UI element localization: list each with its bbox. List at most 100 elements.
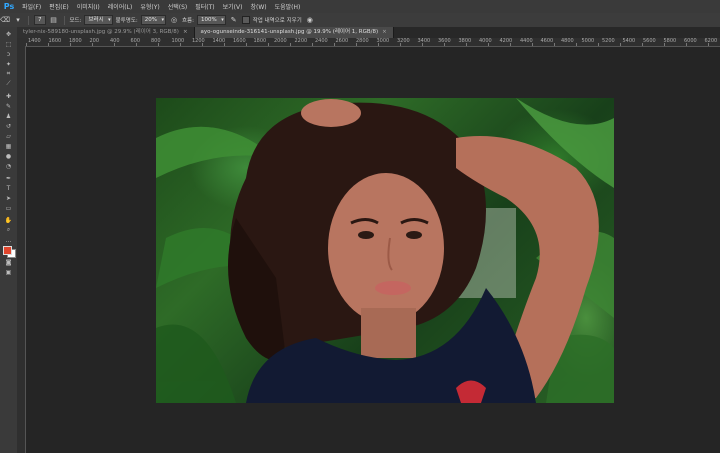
portrait-photo <box>156 98 614 403</box>
ruler-tick-label: 800 <box>151 38 161 44</box>
tab-ayo-ogunseinde[interactable]: ayo-ogunseinde-316141-unsplash.jpg @ 19.… <box>194 27 394 38</box>
ruler-tick-label: 6200 <box>704 38 718 44</box>
ruler-tick-label: 3400 <box>417 38 431 44</box>
marquee-icon[interactable]: ⬚ <box>0 39 17 49</box>
tab-label: tyler-nix-589180-unsplash.jpg @ 29.9% (레… <box>23 29 179 35</box>
more-tools-icon[interactable]: … <box>0 235 17 245</box>
ruler-tick-label: 4800 <box>561 38 574 44</box>
ruler-tick-label: 200 <box>89 38 100 44</box>
type-icon[interactable]: T <box>0 183 17 193</box>
menu-type[interactable]: 유형(Y) <box>136 2 163 11</box>
ruler-tick-label: 400 <box>110 38 120 44</box>
menu-bar: Ps 파일(F) 편집(E) 이미지(I) 레이어(L) 유형(Y) 선택(S)… <box>0 0 720 13</box>
menu-filter[interactable]: 필터(T) <box>191 2 218 11</box>
dodge-icon[interactable]: ◔ <box>0 161 17 171</box>
ruler-tick-label: 1000 <box>171 38 185 44</box>
ruler-tick-label: 5000 <box>581 38 595 44</box>
flow-input[interactable]: 100% <box>196 15 226 25</box>
ruler-tick-label: 1800 <box>69 38 82 44</box>
ruler-tick-label: 2000 <box>274 38 287 44</box>
pressure-size-icon[interactable]: ◉ <box>305 16 315 25</box>
eraser-icon[interactable]: ▱ <box>0 131 17 141</box>
options-bar: ⌫ ▾ 7 ▤ 모드: 브러시 불투명도: 20% ◎ 흐름: 100% ✎ 작… <box>0 13 720 28</box>
ruler-tick-label: 1600 <box>48 38 62 44</box>
ruler-tick-label: 1400 <box>28 38 41 44</box>
gradient-icon[interactable]: ▦ <box>0 141 17 151</box>
close-icon[interactable]: × <box>183 29 188 35</box>
ruler-tick-label: 1800 <box>253 38 267 44</box>
menu-window[interactable]: 창(W) <box>246 2 270 11</box>
quick-mask-icon[interactable]: ◙ <box>0 257 17 267</box>
opacity-input[interactable]: 20% <box>140 15 166 25</box>
ruler-tick-label: 1600 <box>233 38 246 44</box>
toolbox: ✥ ⬚ ↄ ✦ ⌗ ⟋ ✚ ✎ ♟ ↺ ▱ ▦ ● ◔ ✒ T ➤ ▭ ✋ ⌕ … <box>0 27 18 453</box>
ruler-tick-label: 5400 <box>622 38 636 44</box>
move-icon[interactable]: ✥ <box>0 29 17 39</box>
document-image[interactable] <box>156 98 614 403</box>
tab-tyler-nix[interactable]: tyler-nix-589180-unsplash.jpg @ 29.9% (레… <box>17 27 195 38</box>
airbrush-icon[interactable]: ✎ <box>229 16 239 25</box>
eyedropper-icon[interactable]: ⟋ <box>0 79 17 89</box>
ruler-tick-label: 2400 <box>315 38 328 44</box>
mode-label: 모드: <box>69 18 82 24</box>
ruler-tick-label: 2800 <box>356 38 369 44</box>
brush-icon[interactable]: ✎ <box>0 101 17 111</box>
divider <box>63 15 65 25</box>
foreground-color[interactable] <box>3 246 12 255</box>
ruler-tick-label: 5600 <box>643 38 656 44</box>
ruler-tick-label: 4400 <box>520 38 533 44</box>
color-swatches[interactable] <box>0 245 17 258</box>
horizontal-ruler[interactable]: 1400 1600 1800 200 400 600 800 1000 1200 1400 1600… <box>26 38 720 47</box>
magic-wand-icon[interactable]: ✦ <box>0 59 17 69</box>
close-icon[interactable]: × <box>382 29 387 35</box>
menu-image[interactable]: 이미지(I) <box>73 2 104 11</box>
path-select-icon[interactable]: ➤ <box>0 193 17 203</box>
mode-select[interactable]: 브러시 <box>84 15 113 25</box>
menu-view[interactable]: 보기(V) <box>219 2 247 11</box>
ruler-tick-label: 5200 <box>602 38 615 44</box>
stamp-icon[interactable]: ♟ <box>0 111 17 121</box>
tab-label: ayo-ogunseinde-316141-unsplash.jpg @ 19.… <box>200 29 379 35</box>
pressure-opacity-icon[interactable]: ◎ <box>169 16 179 25</box>
ruler-tick-label: 4000 <box>479 38 492 44</box>
menu-edit[interactable]: 편집(E) <box>45 2 73 11</box>
ruler-tick-label: 4200 <box>499 38 513 44</box>
menu-layer[interactable]: 레이어(L) <box>104 2 137 11</box>
lasso-icon[interactable]: ↄ <box>0 49 17 59</box>
eraser-icon[interactable]: ⌫ <box>0 16 10 25</box>
brush-size-picker[interactable]: 7 <box>34 15 46 25</box>
zoom-icon[interactable]: ⌕ <box>0 225 17 235</box>
ruler-tick-label: 3200 <box>397 38 410 44</box>
history-brush-icon[interactable]: ↺ <box>0 121 17 131</box>
menu-file[interactable]: 파일(F) <box>18 2 45 11</box>
ruler-corner[interactable] <box>17 38 26 46</box>
document-tabs: tyler-nix-589180-unsplash.jpg @ 29.9% (레… <box>17 27 720 38</box>
healing-icon[interactable]: ✚ <box>0 91 17 101</box>
ruler-tick-label: 1400 <box>212 38 226 44</box>
hand-icon[interactable]: ✋ <box>0 215 17 225</box>
tool-preset-dropdown[interactable]: ▾ <box>13 16 23 25</box>
photoshop-logo[interactable]: Ps <box>0 0 18 13</box>
ruler-tick-label: 6000 <box>684 38 697 44</box>
ruler-tick-label: 2600 <box>335 38 349 44</box>
vertical-ruler[interactable] <box>17 46 26 453</box>
ruler-tick-label: 3000 <box>376 38 390 44</box>
flow-label: 흐름: <box>182 18 194 24</box>
brush-panel-icon[interactable]: ▤ <box>49 16 59 25</box>
screen-mode-icon[interactable]: ▣ <box>0 267 17 277</box>
ruler-tick-label: 600 <box>130 38 141 44</box>
opacity-label: 불투명도: <box>115 18 138 24</box>
ruler-tick-label: 2200 <box>294 38 308 44</box>
divider <box>28 15 29 25</box>
menu-help[interactable]: 도움말(H) <box>271 2 305 11</box>
erase-to-history-checkbox[interactable] <box>241 16 250 24</box>
ruler-tick-label: 5800 <box>663 38 677 44</box>
erase-to-history-label: 작업 내역으로 지우기 <box>252 18 302 24</box>
menu-select[interactable]: 선택(S) <box>164 2 192 11</box>
pen-icon[interactable]: ✒ <box>0 173 17 183</box>
crop-icon[interactable]: ⌗ <box>0 69 17 79</box>
shape-icon[interactable]: ▭ <box>0 203 17 213</box>
blur-icon[interactable]: ● <box>0 151 17 161</box>
ruler-tick-label: 1200 <box>192 38 205 44</box>
ruler-tick-label: 3600 <box>438 38 451 44</box>
